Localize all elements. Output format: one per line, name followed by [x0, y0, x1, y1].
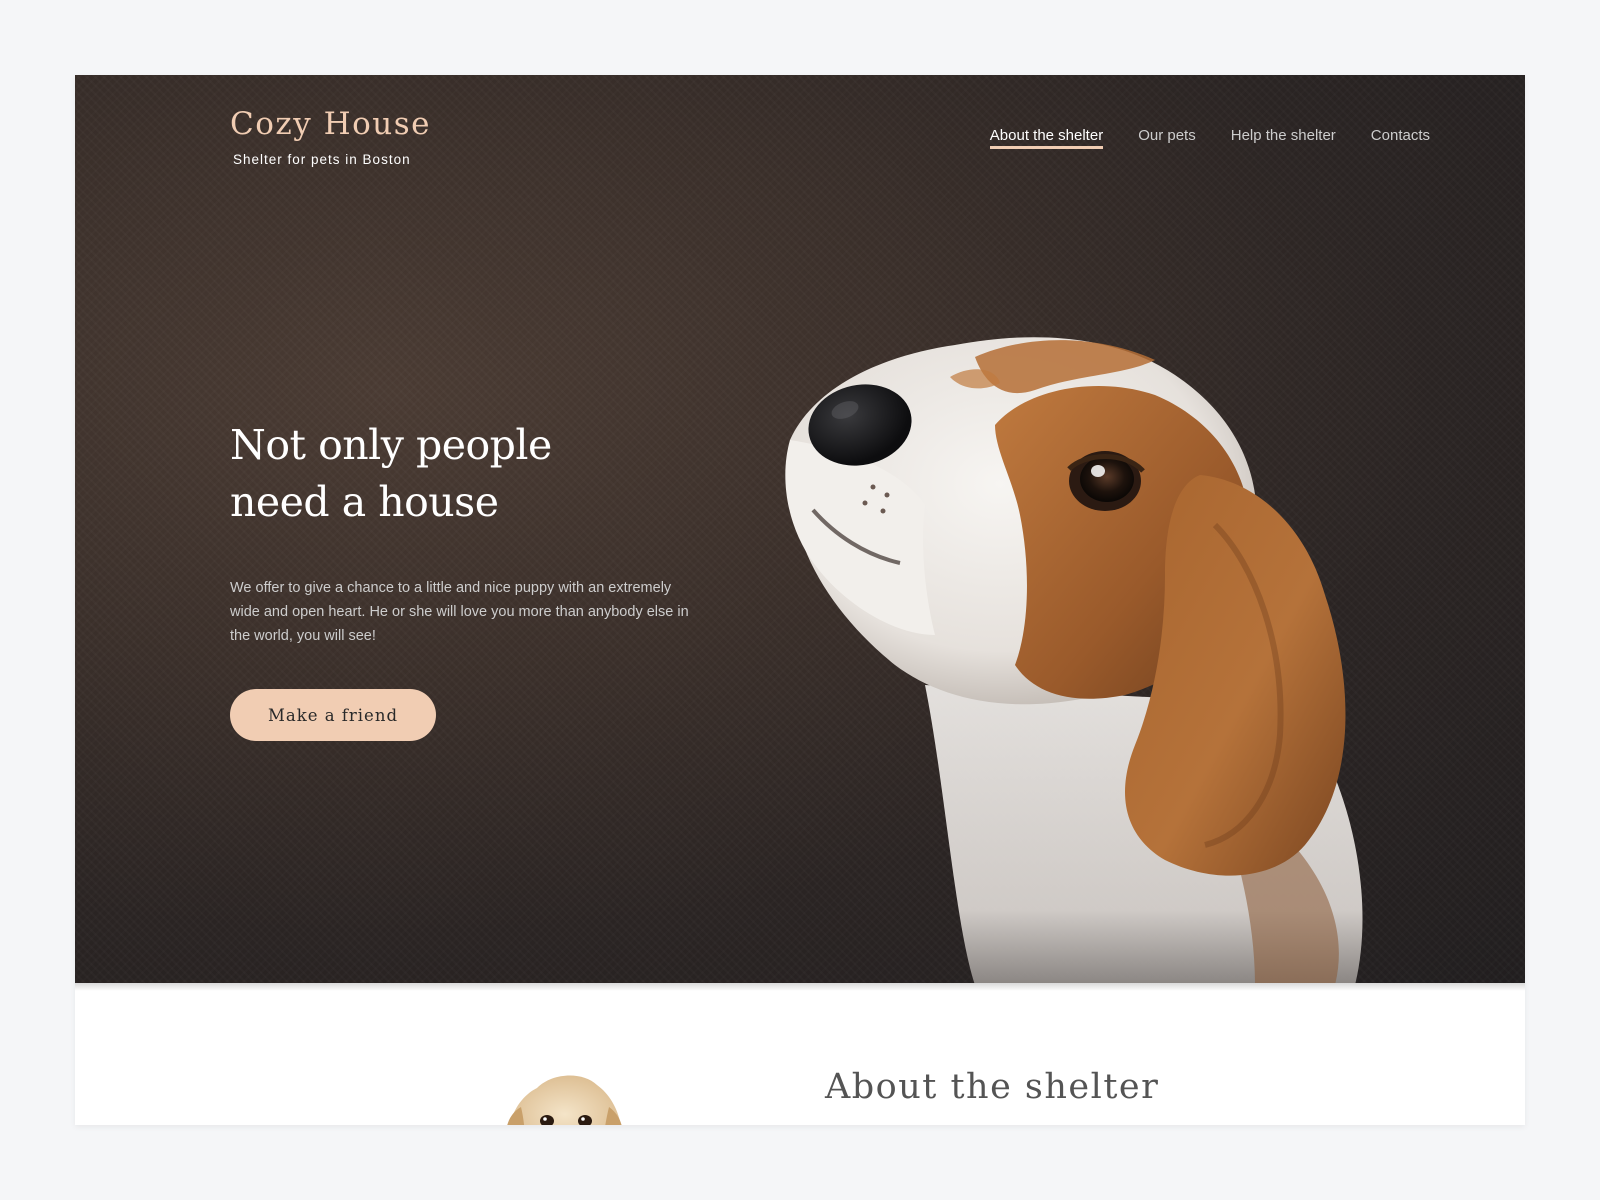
nav-item-about[interactable]: About the shelter	[989, 127, 1104, 149]
make-friend-button[interactable]: Make a friend	[230, 689, 436, 741]
logo-title: Cozy House	[230, 106, 431, 142]
hero-bottom-shadow	[75, 983, 1525, 991]
nav-item-our-pets[interactable]: Our pets	[1138, 127, 1196, 149]
hero-section: Cozy House Shelter for pets in Boston Ab…	[75, 75, 1525, 983]
hero-title: Not only people need a house	[230, 417, 650, 531]
hero-title-line2: need a house	[230, 478, 499, 526]
about-section-title: About the shelter	[825, 1067, 1160, 1107]
logo[interactable]: Cozy House Shelter for pets in Boston	[230, 105, 431, 167]
nav-item-contacts[interactable]: Contacts	[1371, 127, 1430, 149]
hero-title-line1: Not only people	[230, 421, 552, 469]
main-nav: About the shelter Our pets Help the shel…	[989, 127, 1430, 149]
hero-text: We offer to give a chance to a little an…	[230, 580, 689, 644]
logo-subtitle: Shelter for pets in Boston	[233, 152, 411, 167]
beagle-puppy-image	[785, 337, 1363, 983]
golden-retriever-image	[507, 1075, 622, 1125]
page-frame: Cozy House Shelter for pets in Boston Ab…	[75, 75, 1525, 1125]
nav-item-help[interactable]: Help the shelter	[1231, 127, 1336, 149]
